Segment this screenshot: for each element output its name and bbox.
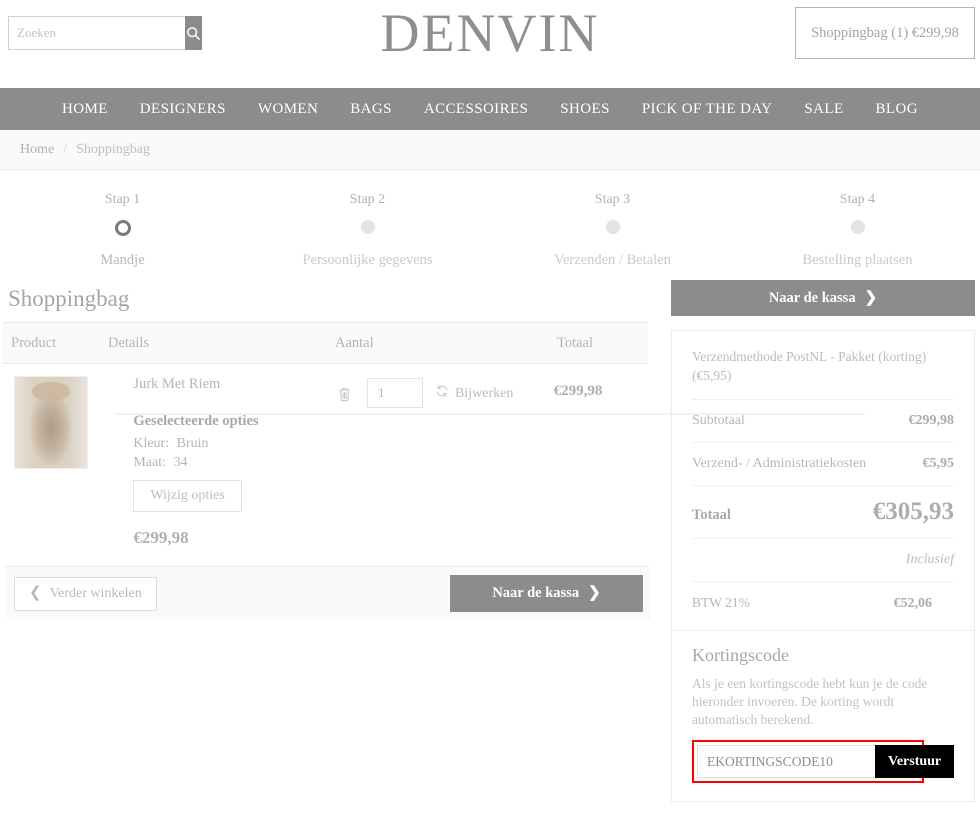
coupon-title: Kortingscode bbox=[692, 645, 789, 665]
main-content: Shoppingbag Product Details Aantal Totaa… bbox=[0, 280, 980, 802]
step-3-number: Stap 3 bbox=[594, 192, 631, 207]
step-2-label: Persoonlijke gegevens bbox=[302, 252, 433, 268]
step-1-dot[interactable] bbox=[114, 220, 131, 236]
cart-table: Product Details Aantal Totaal Jurk Met R… bbox=[3, 322, 651, 620]
total-label: Totaal bbox=[692, 507, 731, 523]
update-cart-label: Bijwerken bbox=[455, 385, 514, 401]
nav-item-blog[interactable]: BLOG bbox=[860, 101, 934, 118]
step-3-label: Verzenden / Betalen bbox=[554, 252, 671, 268]
column-header-total: Totaal bbox=[557, 334, 594, 351]
summary-row-total: Totaal €305,93 bbox=[692, 485, 954, 538]
option-color-value: Bruin bbox=[176, 436, 209, 451]
breadcrumb: Home / Shoppingbag bbox=[0, 130, 980, 170]
main-navigation: HOME DESIGNERS WOMEN BAGS ACCESSOIRES SH… bbox=[0, 88, 980, 130]
progress-step-1[interactable]: Stap 1 Mandje bbox=[0, 192, 245, 269]
coupon-highlight-box: Verstuur bbox=[692, 740, 955, 783]
cart-footer: ❮ Verder winkelen Naar de kassa ❯ bbox=[6, 567, 651, 620]
order-summary-panel: Verzendmethode PostNL - Pakket (korting)… bbox=[671, 330, 975, 631]
step-4-dot[interactable] bbox=[850, 220, 865, 234]
quantity-controls: Bijwerken bbox=[333, 376, 554, 548]
product-price: €299,98 bbox=[133, 528, 189, 547]
total-value: €305,93 bbox=[872, 498, 954, 525]
column-header-details: Details bbox=[108, 334, 150, 351]
step-1-number: Stap 1 bbox=[104, 192, 141, 207]
checkout-button-bottom[interactable]: Naar de kassa ❯ bbox=[450, 575, 643, 612]
checkout-top-label: Naar de kassa bbox=[768, 289, 856, 306]
tax-label: BTW 21% bbox=[692, 595, 750, 610]
option-color-label: Kleur: bbox=[133, 436, 170, 451]
cart-column: Shoppingbag Product Details Aantal Totaa… bbox=[0, 280, 653, 802]
progress-track bbox=[115, 413, 865, 415]
product-details: Jurk Met Riem Geselecteerde opties Kleur… bbox=[107, 376, 333, 548]
tax-value: €52,06 bbox=[893, 596, 933, 611]
refresh-icon bbox=[435, 384, 449, 403]
option-size-value: 34 bbox=[173, 455, 188, 470]
coupon-panel: Kortingscode Als je een kortingscode heb… bbox=[671, 631, 975, 802]
nav-item-bags[interactable]: BAGS bbox=[334, 101, 408, 118]
page-title: Shoppingbag bbox=[8, 286, 130, 311]
table-row: Jurk Met Riem Geselecteerde opties Kleur… bbox=[3, 364, 648, 567]
cart-table-header: Product Details Aantal Totaal bbox=[3, 322, 648, 364]
nav-item-women[interactable]: WOMEN bbox=[242, 101, 334, 118]
coupon-description: Als je een kortingscode hebt kun je de c… bbox=[692, 676, 928, 727]
continue-shopping-button[interactable]: ❮ Verder winkelen bbox=[14, 576, 157, 611]
shipping-cost-value: €5,95 bbox=[922, 456, 955, 471]
breadcrumb-current: Shoppingbag bbox=[76, 141, 150, 157]
remove-item-button[interactable] bbox=[333, 384, 355, 410]
chevron-left-icon: ❮ bbox=[29, 585, 42, 601]
step-1-label: Mandje bbox=[100, 252, 145, 268]
shoppingbag-summary-label: Shoppingbag (1) €299,98 bbox=[811, 24, 959, 41]
step-4-label: Bestelling plaatsen bbox=[802, 252, 913, 268]
summary-row-shipping: Verzend- / Administratiekosten €5,95 bbox=[692, 442, 954, 485]
site-header: DENVIN Shoppingbag (1) €299,98 bbox=[0, 0, 980, 88]
step-2-dot[interactable] bbox=[360, 220, 375, 234]
nav-item-pick-of-the-day[interactable]: PICK OF THE DAY bbox=[626, 101, 789, 118]
progress-step-4[interactable]: Stap 4 Bestelling plaatsen bbox=[735, 192, 980, 269]
edit-options-button[interactable]: Wijzig opties bbox=[133, 480, 242, 512]
shipping-method: Verzendmethode PostNL - Pakket (korting)… bbox=[692, 349, 927, 383]
option-size: Maat: 34 bbox=[133, 453, 333, 472]
nav-item-accessoires[interactable]: ACCESSOIRES bbox=[408, 101, 544, 118]
breadcrumb-home[interactable]: Home bbox=[20, 142, 54, 158]
nav-item-sale[interactable]: SALE bbox=[788, 101, 859, 118]
chevron-right-icon: ❯ bbox=[864, 289, 878, 306]
option-size-label: Maat: bbox=[133, 455, 166, 470]
column-header-product: Product bbox=[11, 334, 57, 351]
product-name[interactable]: Jurk Met Riem bbox=[133, 376, 333, 393]
shipping-cost-label: Verzend- / Administratiekosten bbox=[692, 456, 867, 471]
summary-row-tax: BTW 21% €52,06 bbox=[692, 581, 954, 616]
breadcrumb-separator: / bbox=[63, 141, 68, 157]
subtotal-value: €299,98 bbox=[908, 413, 955, 428]
continue-shopping-label: Verder winkelen bbox=[49, 585, 142, 601]
nav-item-shoes[interactable]: SHOES bbox=[544, 101, 626, 118]
column-header-amount: Aantal bbox=[335, 334, 374, 351]
coupon-submit-button[interactable]: Verstuur bbox=[875, 745, 955, 778]
chevron-right-icon: ❯ bbox=[588, 585, 601, 601]
shoppingbag-summary-button[interactable]: Shoppingbag (1) €299,98 bbox=[795, 7, 975, 59]
step-2-number: Stap 2 bbox=[349, 192, 386, 207]
nav-item-designers[interactable]: DESIGNERS bbox=[124, 101, 242, 118]
product-thumbnail[interactable] bbox=[14, 376, 88, 469]
checkout-button-top[interactable]: Naar de kassa ❯ bbox=[671, 280, 975, 316]
order-summary-column: Naar de kassa ❯ Verzendmethode PostNL - … bbox=[653, 280, 980, 802]
selected-options-title: Geselecteerde opties bbox=[133, 413, 259, 429]
step-3-dot[interactable] bbox=[605, 220, 620, 234]
progress-step-2[interactable]: Stap 2 Persoonlijke gegevens bbox=[245, 192, 490, 269]
update-cart-button[interactable]: Bijwerken bbox=[435, 384, 513, 403]
summary-row-inclusive: Inclusief bbox=[692, 538, 954, 581]
coupon-input[interactable] bbox=[697, 745, 875, 778]
line-total: €299,98 bbox=[553, 383, 603, 399]
quantity-input[interactable] bbox=[367, 378, 424, 408]
step-4-number: Stap 4 bbox=[839, 192, 876, 207]
option-color: Kleur: Bruin bbox=[133, 434, 333, 453]
inclusive-label: Inclusief bbox=[905, 552, 954, 567]
subtotal-label: Subtotaal bbox=[692, 413, 745, 428]
checkout-bottom-label: Naar de kassa bbox=[492, 585, 580, 601]
checkout-progress: Stap 1 Mandje Stap 2 Persoonlijke gegeve… bbox=[0, 170, 980, 415]
summary-row-subtotal: Subtotaal €299,98 bbox=[692, 399, 954, 442]
progress-step-3[interactable]: Stap 3 Verzenden / Betalen bbox=[490, 192, 735, 269]
trash-icon bbox=[337, 386, 352, 408]
nav-item-home[interactable]: HOME bbox=[46, 101, 124, 118]
